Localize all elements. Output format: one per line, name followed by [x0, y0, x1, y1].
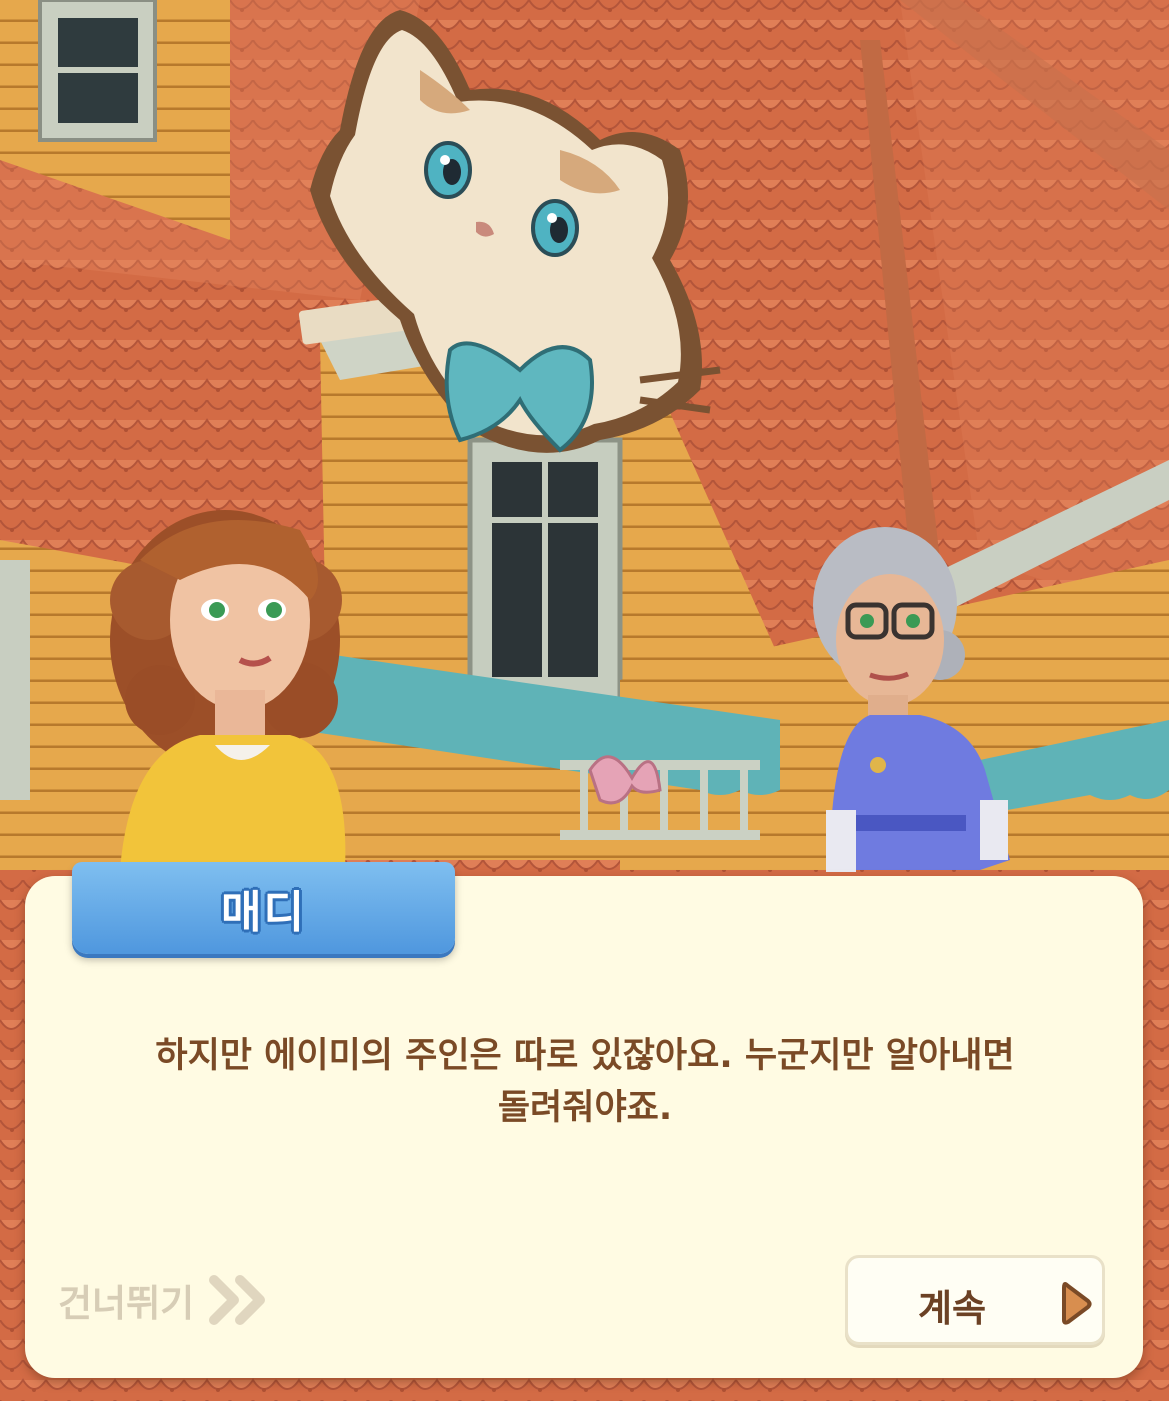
speaker-name-tag: 매디 — [72, 862, 455, 954]
skip-button[interactable]: 건너뛰기 — [58, 1268, 272, 1332]
skip-label: 건너뛰기 — [58, 1282, 195, 1325]
speaker-name: 매디 — [221, 887, 306, 938]
continue-label: 계속 — [918, 1287, 987, 1330]
young-woman-avatar — [110, 510, 346, 870]
triangle-right-icon — [1060, 1280, 1092, 1328]
continue-button[interactable]: 계속 — [845, 1255, 1105, 1345]
double-chevron-right-icon — [208, 1274, 272, 1326]
dialog-text: 하지만 에이미의 주인은 따로 있잖아요. 누군지만 알아내면 돌려줘야죠. — [155, 1036, 1015, 1128]
